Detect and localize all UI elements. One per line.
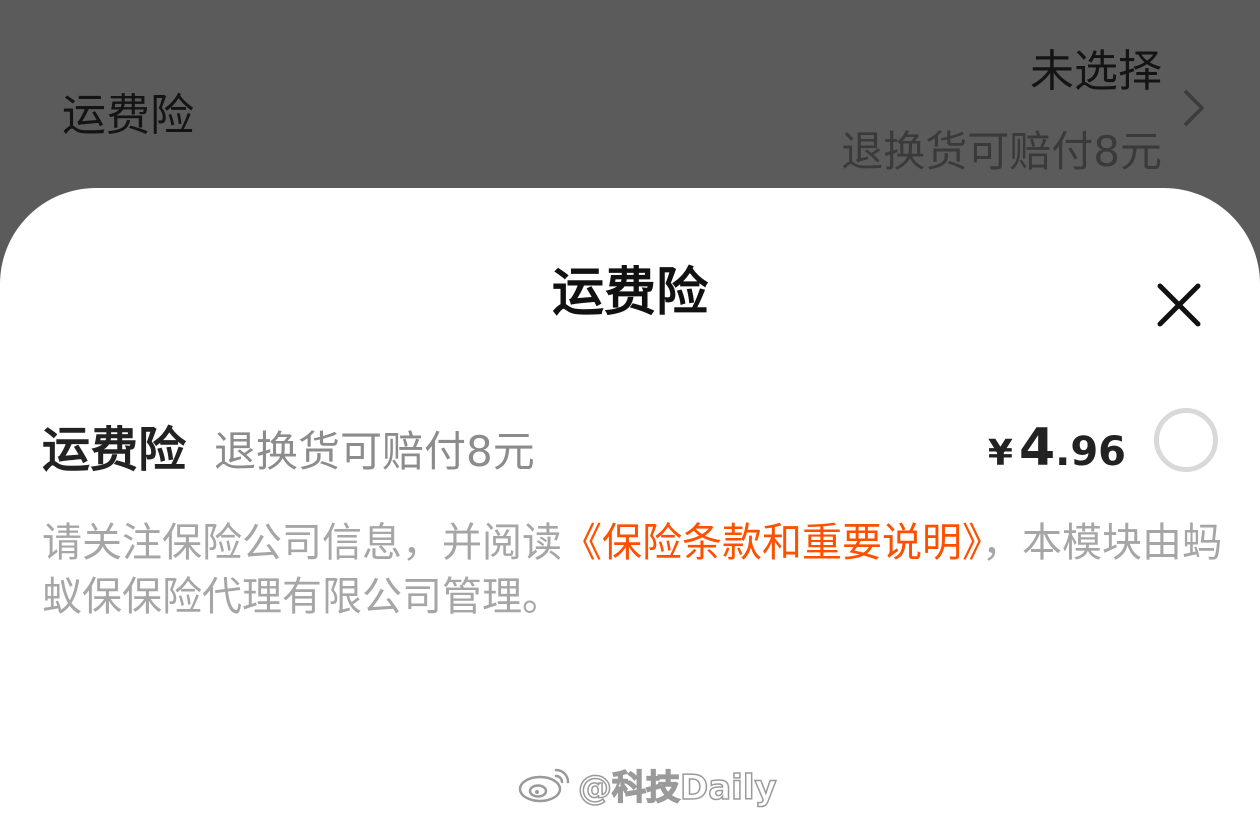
insurance-option[interactable]: 运费险 退换货可赔付8元 ¥4.96 [42,408,1222,486]
price-decimal: .96 [1055,429,1126,475]
price-currency: ¥ [987,433,1013,474]
row-status: 未选择 [1030,46,1162,97]
watermark: @科技Daily [516,760,777,808]
weibo-logo-icon [518,768,570,803]
insurance-bottom-sheet: 运费险 运费险 退换货可赔付8元 ¥4.96 请关注保险公司信息，并阅读《保险条… [0,188,1260,816]
notice-prefix: 请关注保险公司信息，并阅读 [42,520,562,566]
sheet-title: 运费险 [551,263,708,323]
option-name: 运费险 [42,422,187,478]
terms-link[interactable]: 《保险条款和重要说明》 [562,520,982,566]
row-title: 运费险 [62,90,194,141]
option-radio-button[interactable] [1154,408,1218,472]
option-price: ¥4.96 [988,416,1126,492]
chevron-right-icon [1184,90,1204,126]
row-description: 退换货可赔付8元 [841,127,1162,176]
close-icon[interactable] [1150,276,1208,334]
insurance-notice: 请关注保险公司信息，并阅读《保险条款和重要说明》，本模块由蚂蚁保保险代理有限公司… [42,516,1222,624]
price-integer: 4 [1018,418,1056,478]
shipping-insurance-row[interactable]: 运费险 未选择 退换货可赔付8元 [0,0,1260,200]
watermark-text: @科技Daily [577,767,777,809]
option-description: 退换货可赔付8元 [214,427,535,476]
screen: 运费险 未选择 退换货可赔付8元 运费险 运费险 退换货可赔付8元 ¥4.96 … [0,0,1260,816]
